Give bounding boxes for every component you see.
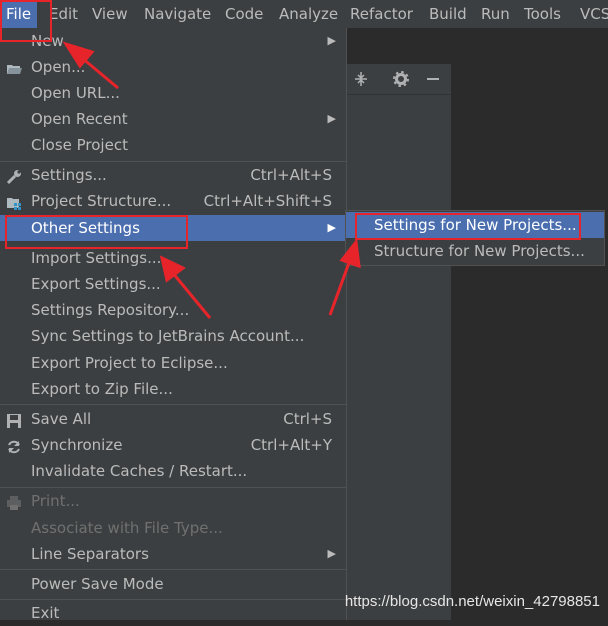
menu-item-structure-new-projects[interactable]: Structure for New Projects... — [346, 238, 604, 264]
menu-item-export-settings[interactable]: Export Settings... — [0, 271, 346, 297]
watermark: https://blog.csdn.net/weixin_42798851 — [344, 593, 600, 610]
menu-build[interactable]: Build — [423, 0, 473, 28]
menu-vcs[interactable]: VCS — [574, 0, 608, 28]
separator — [0, 404, 346, 405]
printer-icon — [6, 493, 22, 510]
folder-icon — [6, 59, 22, 75]
menu-refactor[interactable]: Refactor — [344, 0, 419, 28]
menu-item-import-settings[interactable]: Import Settings... — [0, 245, 346, 271]
collapse-icon[interactable] — [353, 71, 369, 87]
menu-item-settings[interactable]: Settings... Ctrl+Alt+S — [0, 162, 346, 188]
menu-item-new[interactable]: New ▶ — [0, 28, 346, 54]
menu-item-synchronize[interactable]: Synchronize Ctrl+Alt+Y — [0, 432, 346, 458]
menu-item-settings-new-projects[interactable]: Settings for New Projects... — [346, 212, 604, 238]
submenu-arrow-icon: ▶ — [327, 547, 336, 560]
menu-item-open[interactable]: Open... — [0, 54, 346, 80]
menu-item-line-separators[interactable]: Line Separators ▶ — [0, 541, 346, 567]
wrench-icon — [6, 167, 22, 185]
project-structure-icon — [6, 193, 22, 210]
submenu-arrow-icon: ▶ — [327, 34, 336, 47]
menu-item-sync-settings[interactable]: Sync Settings to JetBrains Account... — [0, 323, 346, 349]
editor-area — [347, 28, 608, 64]
menu-item-print[interactable]: Print... — [0, 488, 346, 514]
submenu-arrow-icon: ▶ — [327, 221, 336, 234]
menu-item-other-settings[interactable]: Other Settings ▶ — [0, 215, 346, 241]
menu-run[interactable]: Run — [475, 0, 516, 28]
menu-item-power-save-mode[interactable]: Power Save Mode — [0, 571, 346, 597]
menu-item-export-eclipse[interactable]: Export Project to Eclipse... — [0, 350, 346, 376]
menu-file[interactable]: File — [0, 0, 38, 28]
menu-item-close-project[interactable]: Close Project — [0, 132, 346, 158]
menu-view[interactable]: View — [86, 0, 134, 28]
gear-icon[interactable] — [393, 71, 409, 87]
menu-item-invalidate-caches[interactable]: Invalidate Caches / Restart... — [0, 458, 346, 484]
save-icon — [6, 411, 22, 428]
menu-navigate[interactable]: Navigate — [138, 0, 217, 28]
submenu-arrow-icon: ▶ — [327, 112, 336, 125]
menu-item-save-all[interactable]: Save All Ctrl+S — [0, 406, 346, 432]
refresh-icon — [6, 437, 22, 454]
menu-item-project-structure[interactable]: Project Structure... Ctrl+Alt+Shift+S — [0, 188, 346, 214]
menu-item-open-url[interactable]: Open URL... — [0, 80, 346, 106]
separator — [0, 569, 346, 570]
menu-tools[interactable]: Tools — [518, 0, 567, 28]
project-panel — [347, 95, 451, 620]
menu-item-open-recent[interactable]: Open Recent ▶ — [0, 106, 346, 132]
other-settings-submenu: Settings for New Projects... Structure f… — [345, 210, 605, 266]
tool-window-toolbar — [347, 64, 451, 95]
menu-item-export-zip[interactable]: Export to Zip File... — [0, 376, 346, 402]
menu-code[interactable]: Code — [219, 0, 269, 28]
file-menu: New ▶ Open... Open URL... Open Recent ▶ … — [0, 28, 347, 622]
menu-item-associate-file-type[interactable]: Associate with File Type... — [0, 515, 346, 541]
menu-bar: File Edit View Navigate Code Analyze Ref… — [0, 0, 608, 29]
menu-item-exit[interactable]: Exit — [0, 600, 346, 626]
editor-background — [452, 64, 608, 620]
minimize-icon[interactable] — [425, 71, 441, 87]
menu-edit[interactable]: Edit — [43, 0, 84, 28]
menu-item-settings-repository[interactable]: Settings Repository... — [0, 297, 346, 323]
menu-analyze[interactable]: Analyze — [273, 0, 344, 28]
